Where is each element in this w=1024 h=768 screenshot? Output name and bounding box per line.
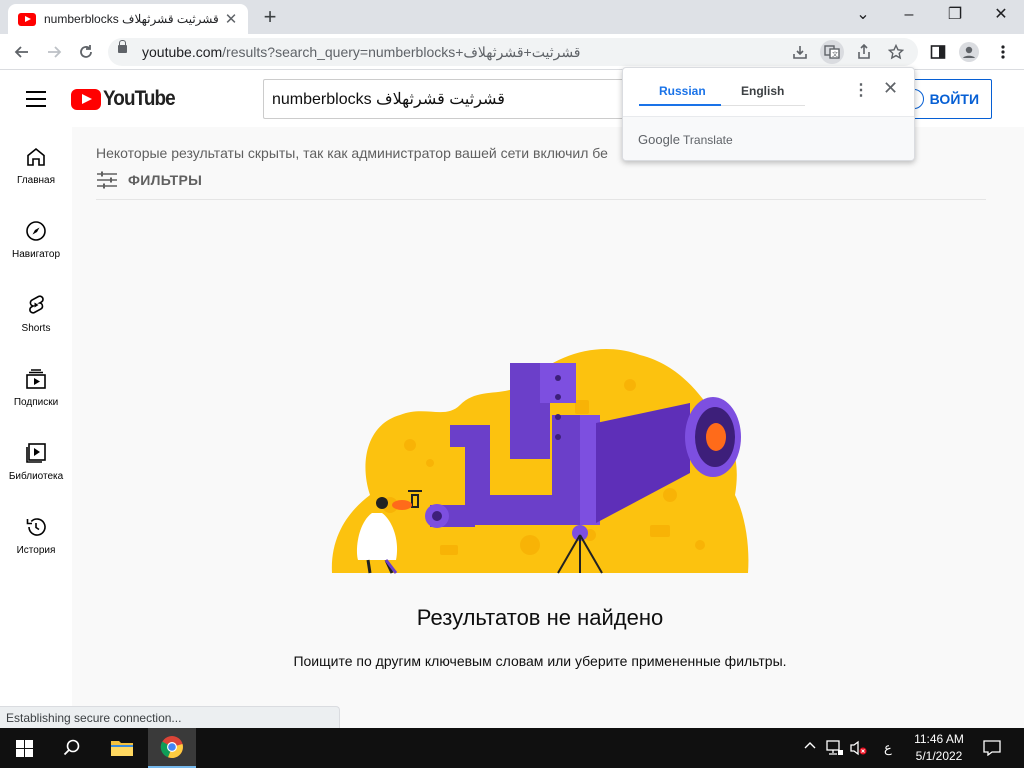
taskbar-clock[interactable]: 11:46 AM 5/1/2022	[908, 731, 970, 765]
side-panel-icon	[930, 45, 946, 59]
translate-close-icon[interactable]: ✕	[883, 78, 898, 99]
search-input[interactable]	[263, 79, 643, 119]
new-tab-button[interactable]: +	[258, 5, 282, 29]
filters-label: ФИЛЬТРЫ	[128, 172, 203, 188]
guide-label: Главная	[16, 175, 56, 186]
youtube-logo[interactable]: YouTube	[71, 87, 183, 111]
browser-toolbar: youtube.com/results?search_query=numberb…	[0, 34, 1024, 70]
share-icon[interactable]	[852, 40, 876, 64]
address-bar[interactable]: youtube.com/results?search_query=numberb…	[108, 38, 918, 66]
forward-button[interactable]	[42, 40, 66, 64]
chrome-taskbar-button[interactable]	[148, 728, 196, 768]
guide-item-explore[interactable]: Навигатор	[0, 201, 72, 275]
filters-divider	[96, 199, 986, 200]
install-app-icon[interactable]	[788, 40, 812, 64]
status-bubble: Establishing secure connection...	[0, 706, 340, 728]
google-translate-brand: Google Translate	[638, 132, 733, 147]
search-button[interactable]	[48, 728, 96, 768]
profile-button[interactable]	[957, 40, 981, 64]
back-arrow-icon	[14, 46, 28, 58]
chrome-icon	[160, 736, 183, 759]
tab-english[interactable]: English	[741, 84, 784, 98]
lock-icon	[118, 40, 127, 53]
restricted-notice: Некоторые результаты скрыты, так как адм…	[96, 145, 608, 161]
search-results-area: Некоторые результаты скрыты, так как адм…	[72, 127, 1024, 728]
guide-item-home[interactable]: Главная	[0, 127, 72, 201]
notifications-icon[interactable]	[983, 740, 1001, 759]
restore-button[interactable]: ❐	[943, 4, 967, 26]
back-button[interactable]	[10, 40, 34, 64]
windows-taskbar: ع 11:46 AM 5/1/2022	[0, 728, 1024, 768]
translate-options-icon[interactable]: ⋮	[853, 80, 869, 100]
guide-item-history[interactable]: История	[0, 497, 72, 571]
home-icon	[27, 147, 45, 166]
no-results-hint: Поищите по другим ключевым словам или уб…	[293, 653, 787, 669]
windows-logo-icon	[15, 739, 33, 757]
profile-avatar-icon	[959, 42, 979, 62]
translate-icon[interactable]: 文	[820, 40, 844, 64]
chrome-menu-button[interactable]	[991, 40, 1015, 64]
translate-footer: Google Translate	[623, 116, 914, 160]
sign-in-label: ВОЙТИ	[929, 91, 979, 107]
no-results-title: Результатов не найдено	[416, 605, 664, 630]
forward-arrow-icon	[48, 46, 62, 58]
browser-tab-strip: numberblocks قشرثيت قشرثهلاف ✕ + ⌄ – ❐ ✕	[0, 0, 1024, 34]
guide-label: Навигатор	[11, 249, 61, 260]
clock-time: 11:46 AM	[914, 732, 964, 746]
browser-tab[interactable]: numberblocks قشرثيت قشرثهلاف ✕	[8, 4, 248, 34]
tab-title: numberblocks قشرثيت قشرثهلاف	[44, 12, 219, 26]
subscriptions-icon	[26, 369, 46, 389]
youtube-logo-text: YouTube	[103, 87, 176, 110]
tab-search-button[interactable]: ⌄	[851, 4, 875, 26]
network-icon[interactable]	[826, 740, 844, 759]
guide-label: Shorts	[21, 323, 51, 334]
translate-popup: Russian English ⋮ ✕ Google Translate	[622, 67, 915, 161]
filter-sliders-icon	[97, 171, 117, 189]
library-icon	[26, 443, 46, 463]
folder-icon	[111, 741, 133, 756]
guide-label: Подписки	[13, 397, 59, 408]
translate-language-tabs: Russian English	[639, 78, 805, 106]
history-icon	[26, 518, 46, 536]
tab-russian[interactable]: Russian	[659, 84, 706, 98]
close-window-button[interactable]: ✕	[989, 4, 1013, 26]
kebab-menu-icon	[1001, 45, 1005, 59]
hamburger-menu-icon[interactable]	[26, 91, 46, 107]
reload-button[interactable]	[74, 40, 98, 64]
volume-muted-icon[interactable]	[850, 740, 868, 759]
reload-icon	[80, 45, 92, 58]
shorts-icon	[29, 295, 44, 314]
guide-label: История	[16, 545, 56, 556]
no-results-illustration	[331, 349, 749, 574]
youtube-play-icon	[71, 88, 101, 110]
input-language-indicator[interactable]: ع	[884, 740, 892, 756]
side-panel-button[interactable]	[926, 40, 950, 64]
youtube-favicon-icon	[18, 12, 36, 26]
tab-close-icon[interactable]: ✕	[222, 10, 240, 28]
guide-label: Библиотека	[8, 471, 64, 482]
clock-date: 5/1/2022	[915, 749, 963, 763]
guide-item-library[interactable]: Библиотека	[0, 423, 72, 497]
compass-icon	[26, 221, 46, 241]
start-button[interactable]	[0, 728, 48, 768]
filters-button[interactable]: ФИЛЬТРЫ	[96, 171, 202, 189]
minimize-button[interactable]: –	[897, 4, 921, 26]
file-explorer-button[interactable]	[98, 728, 146, 768]
search-icon	[63, 739, 80, 756]
url-text[interactable]: youtube.com/results?search_query=numberb…	[142, 44, 581, 61]
svg-text:文: 文	[832, 51, 838, 59]
guide-item-subscriptions[interactable]: Подписки	[0, 349, 72, 423]
guide-item-shorts[interactable]: Shorts	[0, 275, 72, 349]
tray-chevron-icon[interactable]	[804, 740, 816, 755]
bookmark-star-icon[interactable]	[884, 40, 908, 64]
mini-guide: Главная Навигатор Shorts Подписки Библио…	[0, 127, 72, 728]
active-tab-underline	[639, 104, 721, 106]
